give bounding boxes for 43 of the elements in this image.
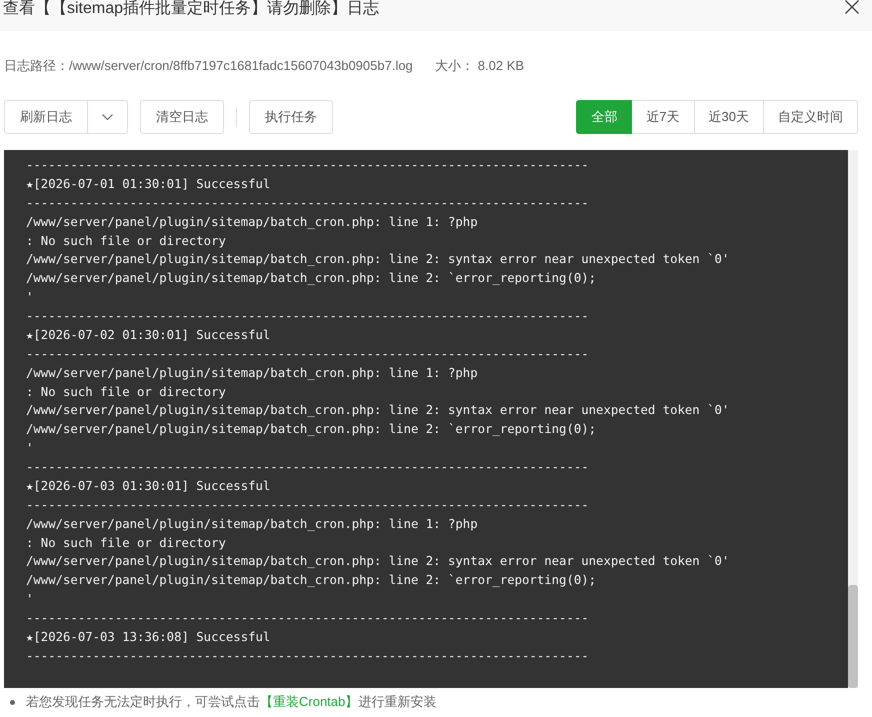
log-line: ★[2026-07-03 01:30:01] Successful [26, 478, 272, 495]
log-line: ---------------------------------------------------------------------------- [26, 459, 590, 476]
log-line: /www/server/panel/plugin/sitemap/batch_cron.php: line 2: syntax error near unexpected token `0' [26, 553, 730, 570]
close-button[interactable] [845, 0, 859, 14]
log-line: ---------------------------------------------------------------------------- [26, 194, 590, 212]
log-line: ★[2026-07-01 01:30:01] Successful [26, 176, 272, 193]
log-line: ' [26, 591, 34, 608]
refresh-log-button[interactable]: 刷新日志 [4, 100, 88, 134]
log-line: ' [26, 440, 34, 458]
file-size-label: 大小： [434, 58, 474, 74]
log-line: ★[2026-07-02 01:30:01] Successful [26, 326, 272, 344]
log-line: /www/server/panel/plugin/sitemap/batch_cron.php: line 2: syntax error near unexpected token `0' [26, 251, 730, 268]
log-line: /www/server/panel/plugin/sitemap/batch_cron.php: line 2: `error_reporting(0); [26, 421, 598, 438]
log-line: /www/server/panel/plugin/sitemap/batch_cron.php: line 2: `error_reporting(0); [26, 572, 598, 590]
log-line: : No such file or directory [26, 384, 227, 400]
log-line: : No such file or directory [26, 534, 227, 552]
log-path-text: 日志路径：/www/server/cron/8ffb7197c1681fadc15607043b0905b7.log [4, 58, 413, 74]
toolbar-button[interactable]: 执行任务 [249, 100, 333, 134]
log-line: : No such file or directory [26, 232, 227, 250]
log-line: /www/server/panel/plugin/sitemap/batch_cron.php: line 1: ?php [26, 516, 479, 533]
log-line: /www/server/panel/plugin/sitemap/batch_cron.php: line 2: syntax error near unexpected token `0' [26, 402, 730, 420]
log-line: ---------------------------------------------------------------------------- [26, 648, 590, 665]
log-line: ---------------------------------------------------------------------------- [26, 346, 590, 363]
log-line: /www/server/panel/plugin/sitemap/batch_cron.php: line 1: ?php [26, 214, 479, 231]
toolbar-button[interactable]: 清空日志 [140, 100, 224, 134]
time-filter-tab[interactable]: 近30天 [694, 100, 764, 134]
log-line: ---------------------------------------------------------------------------- [26, 496, 590, 514]
time-filter-tab[interactable]: 近7天 [632, 100, 695, 134]
dropdown-button[interactable] [88, 100, 128, 134]
bullet-icon [10, 700, 15, 704]
close-icon [845, 0, 859, 14]
log-line: ★[2026-07-03 13:36:08] Successful [26, 628, 272, 646]
log-line: ---------------------------------------------------------------------------- [26, 157, 590, 174]
file-size-value: 8.02 KB [478, 58, 524, 74]
log-line: ---------------------------------------------------------------------------- [26, 308, 590, 325]
hint-text: 若您发现任务无法定时执行，可尝试点击【重装Crontab】进行重新安装 [26, 693, 436, 711]
caret-icon [102, 114, 113, 120]
time-filter-tab[interactable]: 自定义时间 [764, 100, 858, 134]
log-line: ---------------------------------------------------------------------------- [26, 610, 590, 627]
log-line: /www/server/panel/plugin/sitemap/batch_cron.php: line 2: `error_reporting(0); [26, 270, 598, 288]
scrollbar-thumb[interactable] [848, 585, 858, 688]
log-line: /www/server/panel/plugin/sitemap/batch_cron.php: line 1: ?php [26, 364, 479, 382]
log-line: ' [26, 289, 34, 306]
